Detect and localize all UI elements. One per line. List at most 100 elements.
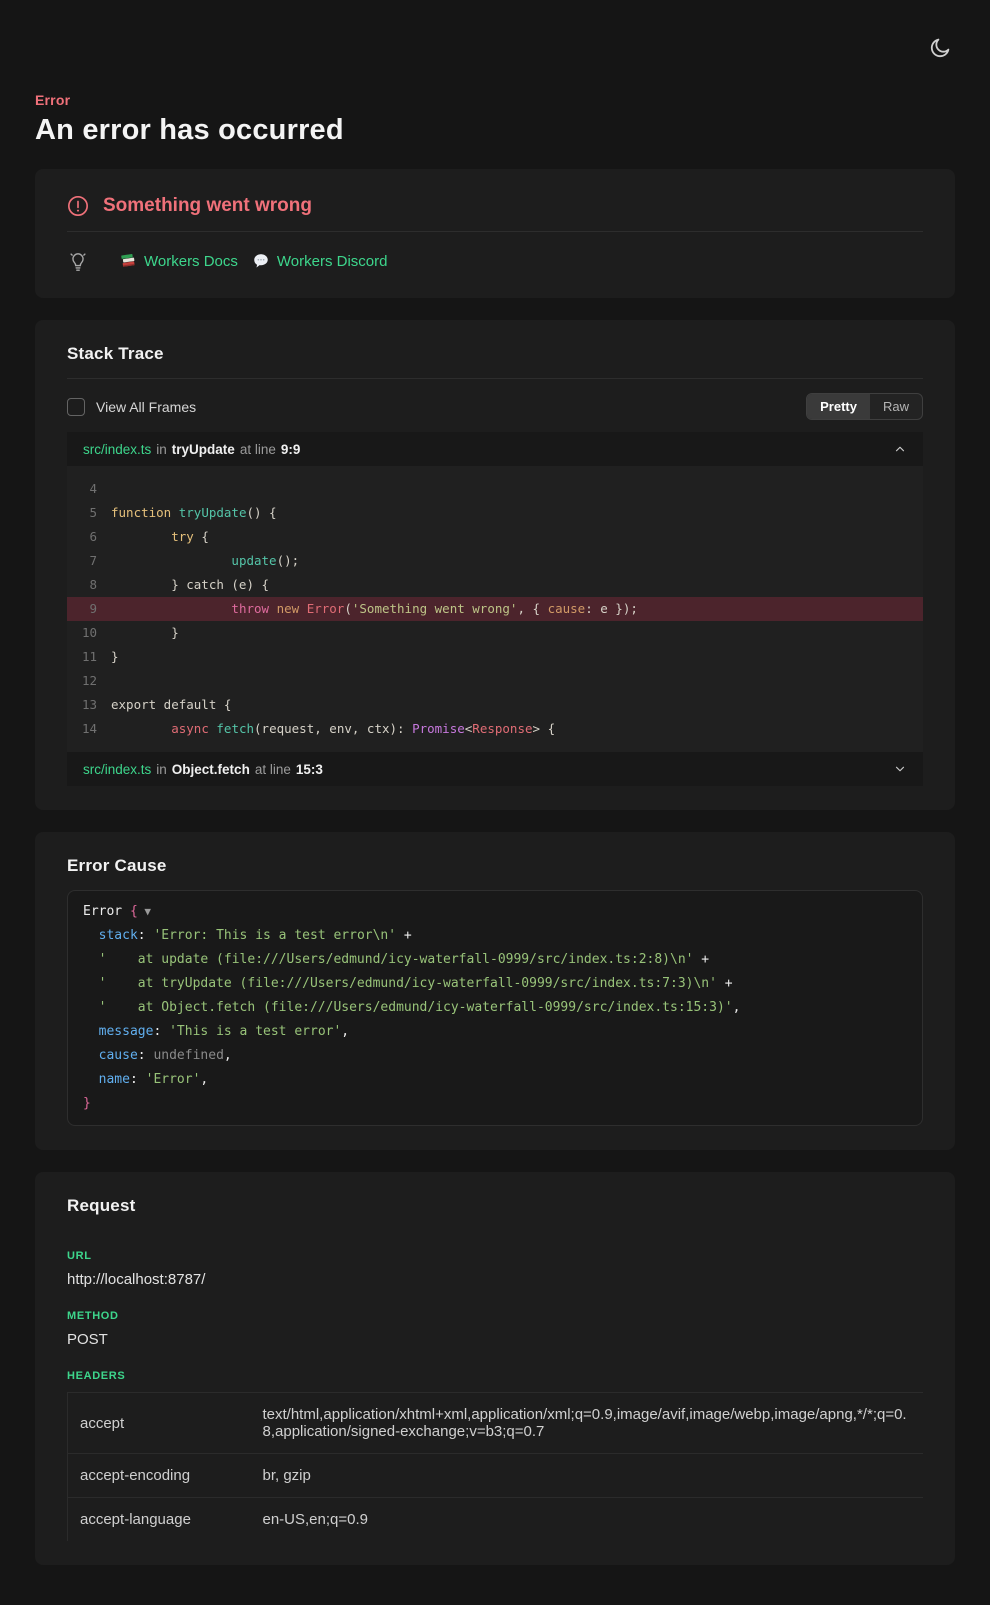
request-heading: Request (67, 1196, 923, 1216)
code-token: async (171, 721, 209, 736)
code-token (83, 976, 99, 991)
header-name: accept-language (68, 1498, 253, 1542)
error-summary-title: Something went wrong (103, 195, 312, 217)
line-number: 5 (67, 501, 97, 525)
pretty-raw-toggle: Pretty Raw (806, 393, 923, 420)
error-summary-head: Something went wrong (67, 193, 923, 217)
code-token: : (153, 1024, 169, 1039)
code-line: 6 try { (67, 525, 923, 549)
code-token: stack (99, 928, 138, 943)
code-token (83, 1072, 99, 1087)
code-line: 4 (67, 477, 923, 501)
line-number: 13 (67, 693, 97, 717)
raw-button[interactable]: Raw (870, 394, 922, 419)
frame-at-line-label: at line (240, 442, 276, 457)
code-token: try (171, 529, 194, 544)
error-cause-object-viewer: Error { ▼ stack: 'Error: This is a test … (67, 890, 923, 1126)
code-token: (request, env, ctx): (254, 721, 412, 736)
request-url-group: URL http://localhost:8787/ (67, 1250, 923, 1288)
request-headers-table: accepttext/html,application/xhtml+xml,ap… (67, 1392, 923, 1541)
error-eyebrow: Error (35, 92, 955, 108)
code-text: throw new Error('Something went wrong', … (111, 597, 638, 621)
error-cause-line: stack: 'Error: This is a test error\n' + (83, 924, 907, 948)
code-token: 'Error' (146, 1072, 201, 1087)
chevron-down-icon (893, 762, 907, 776)
url-label: URL (67, 1250, 923, 1262)
view-all-frames-label: View All Frames (96, 399, 196, 415)
code-text: } (111, 645, 119, 669)
code-token: } (111, 649, 119, 664)
line-number: 8 (67, 573, 97, 597)
code-token: , (341, 1024, 349, 1039)
page-title: An error has occurred (35, 114, 955, 147)
stack-trace-card: Stack Trace View All Frames Pretty Raw s… (35, 320, 955, 810)
code-token: 'Something went wrong' (352, 601, 518, 616)
code-token (83, 1000, 99, 1015)
frame-line-number: 9:9 (281, 442, 301, 457)
view-all-frames-checkbox[interactable] (67, 398, 85, 416)
error-summary-card: Something went wrong Workers Docs Worker… (35, 169, 955, 298)
collapse-triangle-icon[interactable]: ▼ (138, 905, 151, 918)
header-name: accept (68, 1393, 253, 1454)
code-token: Error (307, 601, 345, 616)
header-value: br, gzip (253, 1454, 924, 1498)
code-text: try { (111, 525, 209, 549)
error-cause-line: ' at Object.fetch (file:///Users/edmund/… (83, 996, 907, 1020)
stack-frame-header-2[interactable]: src/index.ts in Object.fetch at line 15:… (67, 752, 923, 786)
code-token: > { (533, 721, 556, 736)
code-token (83, 952, 99, 967)
code-token: , { (517, 601, 547, 616)
code-token: + (693, 952, 709, 967)
line-number: 14 (67, 717, 97, 741)
code-token: update (231, 553, 276, 568)
code-line: 14 async fetch(request, env, ctx): Promi… (67, 717, 923, 741)
header-row: accepttext/html,application/xhtml+xml,ap… (68, 1393, 924, 1454)
view-all-frames-control: View All Frames (67, 398, 196, 416)
frame-file-name: src/index.ts (83, 762, 151, 777)
code-token (83, 1048, 99, 1063)
dark-mode-toggle-button[interactable] (926, 34, 954, 62)
speech-balloon-icon (252, 252, 270, 270)
line-number: 4 (67, 477, 97, 501)
error-cause-line: ' at update (file:///Users/edmund/icy-wa… (83, 948, 907, 972)
stack-frame-header-1[interactable]: src/index.ts in tryUpdate at line 9:9 (67, 432, 923, 466)
books-icon (119, 252, 137, 270)
code-token: , (224, 1048, 232, 1063)
workers-docs-link[interactable]: Workers Docs (119, 252, 238, 270)
header-value: text/html,application/xhtml+xml,applicat… (253, 1393, 924, 1454)
code-token: () { (246, 505, 276, 520)
code-token: fetch (216, 721, 254, 736)
error-cause-line: } (83, 1092, 907, 1116)
line-number: 7 (67, 549, 97, 573)
moon-icon (928, 36, 952, 60)
code-line: 12 (67, 669, 923, 693)
code-token: { (130, 904, 138, 919)
frame-line-number: 15:3 (296, 762, 323, 777)
code-token (83, 1024, 99, 1039)
code-line: 11} (67, 645, 923, 669)
error-cause-card: Error Cause Error { ▼ stack: 'Error: Thi… (35, 832, 955, 1150)
frame-at-line-label: at line (255, 762, 291, 777)
workers-discord-label: Workers Discord (277, 253, 388, 270)
code-token (111, 601, 231, 616)
code-token (171, 505, 179, 520)
workers-discord-link[interactable]: Workers Discord (252, 252, 388, 270)
code-token: (); (277, 553, 300, 568)
code-token: cause (548, 601, 586, 616)
code-token: } (83, 1096, 91, 1111)
line-number: 12 (67, 669, 97, 693)
code-token (111, 721, 171, 736)
code-token: Response (472, 721, 532, 736)
code-token: ' at update (file:///Users/edmund/icy-wa… (99, 952, 694, 967)
frame-function-name: tryUpdate (172, 442, 235, 457)
code-token: cause (99, 1048, 138, 1063)
code-token: undefined (153, 1048, 223, 1063)
pretty-button[interactable]: Pretty (807, 394, 870, 419)
lightbulb-icon (67, 250, 89, 272)
request-card: Request URL http://localhost:8787/ METHO… (35, 1172, 955, 1565)
workers-docs-label: Workers Docs (144, 253, 238, 270)
frame-file-name: src/index.ts (83, 442, 151, 457)
code-token: Error (83, 904, 130, 919)
code-token: 'This is a test error' (169, 1024, 341, 1039)
code-token: new (277, 601, 300, 616)
